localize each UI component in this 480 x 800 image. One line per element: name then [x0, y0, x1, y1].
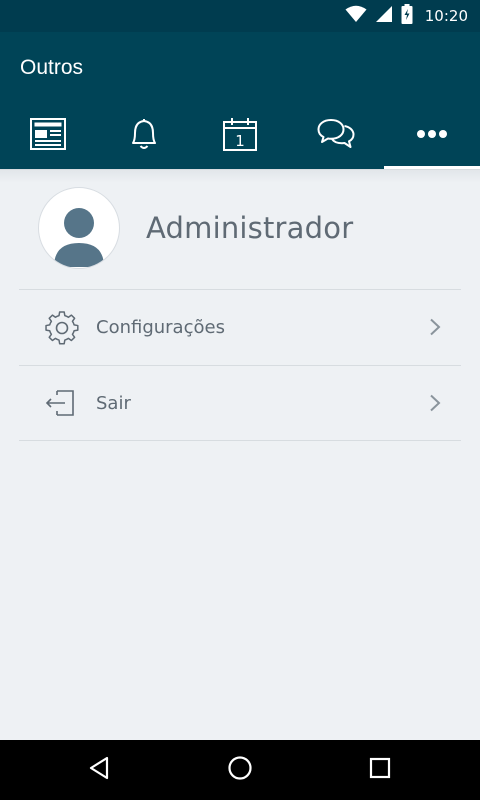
app-bar-divider	[0, 169, 480, 183]
back-button[interactable]	[84, 755, 114, 785]
newspaper-icon	[30, 117, 66, 150]
tab-calendar[interactable]: 1	[192, 98, 288, 169]
tab-messages[interactable]	[288, 98, 384, 169]
recents-square-icon	[369, 757, 391, 784]
home-circle-icon	[227, 755, 253, 786]
bell-icon	[128, 117, 160, 151]
home-button[interactable]	[225, 755, 255, 785]
recents-button[interactable]	[365, 755, 395, 785]
status-clock: 10:20	[424, 7, 468, 25]
more-horizontal-icon	[416, 129, 448, 139]
chevron-right-icon	[429, 318, 441, 341]
chat-bubbles-icon	[317, 118, 355, 150]
chevron-right-icon	[429, 394, 441, 417]
status-icons: 10:20	[345, 3, 468, 29]
status-bar: 10:20	[0, 0, 480, 32]
logout-icon	[45, 386, 79, 420]
calendar-day-text: 1	[235, 132, 245, 150]
app-bar: Outros 1	[0, 32, 480, 169]
cellular-signal-icon	[375, 5, 393, 28]
profile-name: Administrador	[146, 211, 354, 245]
menu-item-label: Configurações	[96, 317, 225, 338]
options-menu: Configurações Sair	[19, 289, 461, 441]
menu-item-label: Sair	[96, 392, 131, 414]
tab-bar: 1	[0, 98, 480, 169]
avatar	[38, 187, 120, 269]
calendar-icon: 1	[223, 117, 257, 151]
battery-charging-icon	[401, 3, 413, 29]
gear-icon	[45, 310, 79, 345]
wifi-icon	[345, 5, 367, 28]
system-nav-bar	[0, 740, 480, 800]
tab-more[interactable]	[384, 98, 480, 169]
profile-header: Administrador	[38, 187, 353, 269]
tab-news[interactable]	[0, 98, 96, 169]
tab-notifications[interactable]	[96, 98, 192, 169]
menu-item-logout[interactable]: Sair	[19, 365, 461, 441]
menu-item-settings[interactable]: Configurações	[19, 289, 461, 365]
page-title: Outros	[20, 56, 84, 79]
back-triangle-icon	[88, 756, 110, 785]
